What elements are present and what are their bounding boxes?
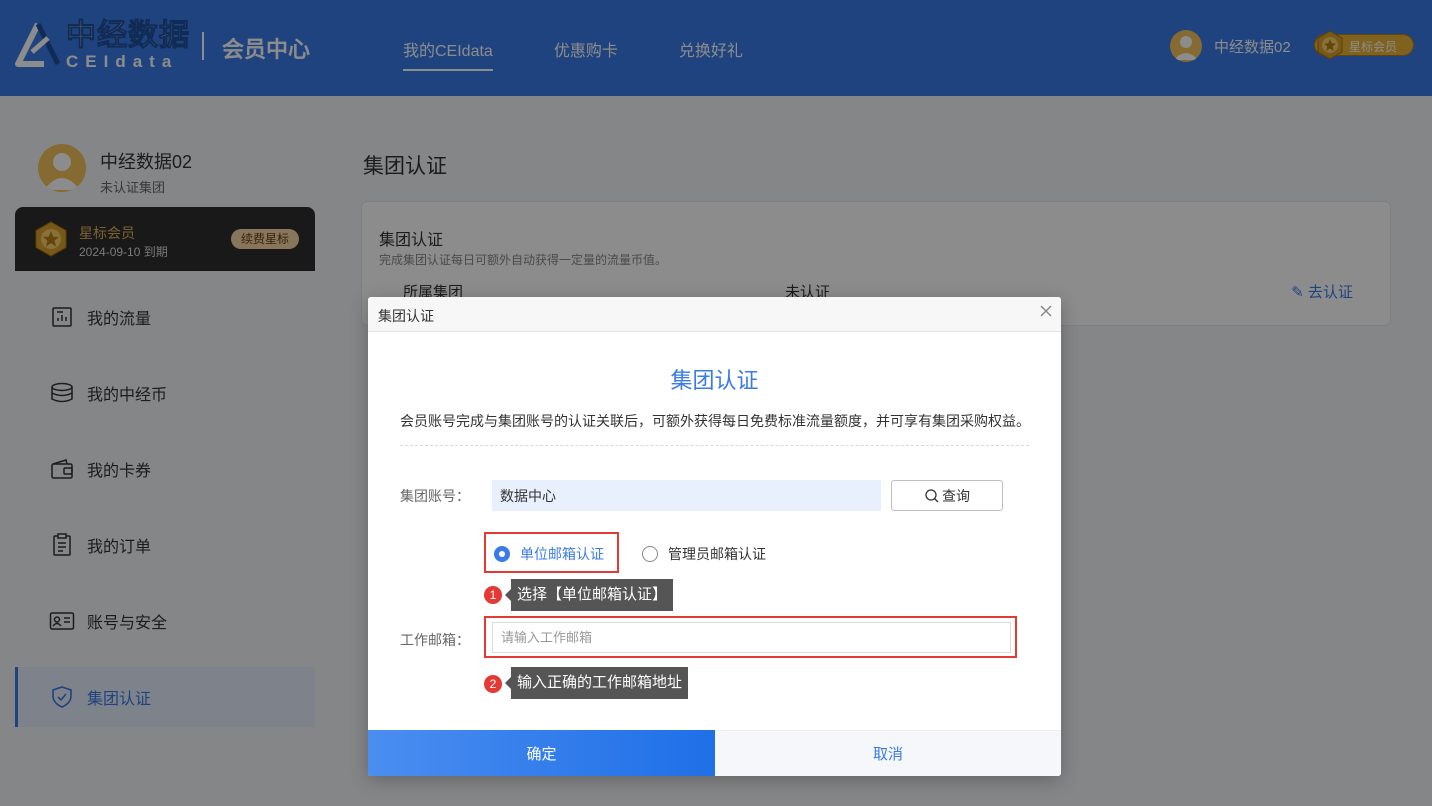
search-icon <box>925 488 939 502</box>
radio-unit-email-label: 单位邮箱认证 <box>520 546 604 562</box>
group-cert-dialog: 集团认证 集团认证 会员账号完成与集团账号的认证关联后，可额外获得每日免费标准流… <box>368 297 1061 776</box>
query-button[interactable]: 查询 <box>891 480 1003 511</box>
radio-checked-icon <box>494 546 510 562</box>
dialog-title: 集团认证 <box>670 368 759 393</box>
step-number-badge: 1 <box>484 586 502 604</box>
cancel-button[interactable]: 取消 <box>715 730 1061 776</box>
annotation-tip: 输入正确的工作邮箱地址 <box>504 667 689 699</box>
radio-unchecked-icon <box>642 546 658 562</box>
radio-admin-email[interactable]: 管理员邮箱认证 <box>642 544 766 564</box>
dialog-header-title: 集团认证 <box>378 308 434 324</box>
dialog-footer: 确定 取消 <box>368 730 1061 776</box>
radio-unit-email[interactable]: 单位邮箱认证 <box>494 544 604 564</box>
close-icon[interactable] <box>1037 302 1055 320</box>
step-number-badge: 2 <box>484 675 502 693</box>
group-account-label: 集团账号： <box>400 488 470 504</box>
query-label: 查询 <box>942 487 970 504</box>
dialog-description: 会员账号完成与集团账号的认证关联后，可额外获得每日免费标准流量额度，并可享有集团… <box>400 413 1030 429</box>
annotation-tip: 选择【单位邮箱认证】 <box>504 579 674 611</box>
radio-admin-email-label: 管理员邮箱认证 <box>668 546 766 562</box>
work-email-label: 工作邮箱： <box>400 632 470 648</box>
confirm-button[interactable]: 确定 <box>368 730 715 776</box>
work-email-input[interactable] <box>492 622 1011 653</box>
dialog-header: 集团认证 <box>368 297 1061 332</box>
dashed-divider <box>400 445 1029 446</box>
group-account-input[interactable] <box>492 480 881 511</box>
